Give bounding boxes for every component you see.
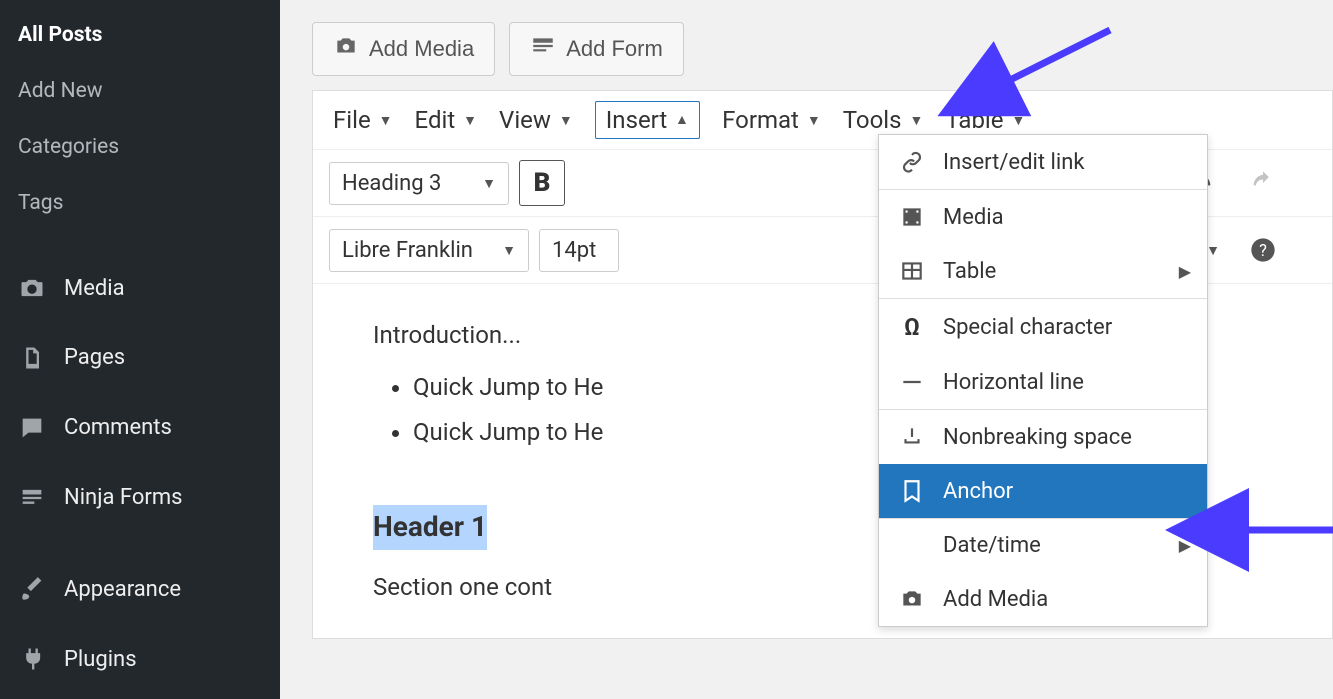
sidebar-label: Pages xyxy=(64,337,125,379)
caret-down-icon: ▼ xyxy=(463,112,477,129)
nbsp-icon xyxy=(899,424,925,450)
sidebar-item-ninja-forms[interactable]: Ninja Forms xyxy=(0,463,280,533)
menu-edit[interactable]: Edit ▼ xyxy=(415,106,478,134)
font-size-select[interactable]: 14pt xyxy=(539,229,619,272)
sidebar-item-pages[interactable]: Pages xyxy=(0,323,280,393)
menu-view[interactable]: View ▼ xyxy=(499,106,573,134)
sidebar-label: Media xyxy=(64,268,125,310)
sidebar-item-plugins[interactable]: Plugins xyxy=(0,625,280,695)
menu-format[interactable]: Format ▼ xyxy=(722,106,821,134)
insert-datetime[interactable]: Date/time ▶ xyxy=(879,519,1207,572)
caret-down-icon: ▼ xyxy=(482,175,496,192)
sidebar-label: Ninja Forms xyxy=(64,477,182,519)
submenu-caret-icon: ▶ xyxy=(1179,262,1191,281)
sidebar-sub-tags[interactable]: Tags xyxy=(0,176,280,232)
insert-nbsp[interactable]: Nonbreaking space xyxy=(879,410,1207,464)
block-format-select[interactable]: Heading 3 ▼ xyxy=(329,162,509,205)
svg-text:?: ? xyxy=(1259,241,1267,260)
caret-down-icon: ▼ xyxy=(910,112,924,129)
caret-up-icon: ▼ xyxy=(675,112,689,129)
annotation-arrow-2 xyxy=(1220,510,1333,554)
sidebar-sub-categories[interactable]: Categories xyxy=(0,120,280,176)
font-family-select[interactable]: Libre Franklin ▼ xyxy=(329,229,529,272)
sidebar-sub-all-posts[interactable]: All Posts xyxy=(0,8,280,64)
add-media-button[interactable]: Add Media xyxy=(312,22,495,76)
caret-down-icon: ▼ xyxy=(379,112,393,129)
media-buttons-row: Add Media Add Form xyxy=(312,22,1333,76)
caret-down-icon: ▼ xyxy=(502,242,516,259)
bookmark-icon xyxy=(899,478,925,504)
redo-button[interactable] xyxy=(1240,160,1286,206)
caret-down-icon: ▼ xyxy=(1011,112,1025,129)
annotation-arrow-1 xyxy=(980,20,1120,104)
plug-icon xyxy=(18,645,46,673)
caret-down-icon[interactable]: ▼ xyxy=(1206,242,1220,259)
sidebar-label: Appearance xyxy=(64,569,181,611)
submenu-caret-icon: ▶ xyxy=(1179,536,1191,555)
insert-table[interactable]: Table ▶ xyxy=(879,244,1207,298)
menu-tools[interactable]: Tools ▼ xyxy=(843,106,924,134)
menu-file[interactable]: File ▼ xyxy=(333,106,393,134)
insert-dropdown: Insert/edit link Media Table ▶ Ω Special… xyxy=(878,134,1208,627)
hr-icon xyxy=(899,369,925,395)
insert-anchor[interactable]: Anchor xyxy=(879,464,1207,518)
insert-media[interactable]: Media xyxy=(879,190,1207,244)
insert-link[interactable]: Insert/edit link xyxy=(879,135,1207,189)
camera-icon xyxy=(18,274,46,302)
pages-icon xyxy=(18,344,46,372)
sidebar-item-appearance[interactable]: Appearance xyxy=(0,555,280,625)
help-button[interactable]: ? xyxy=(1240,227,1286,273)
sidebar-label: Plugins xyxy=(64,639,137,681)
brush-icon xyxy=(18,576,46,604)
admin-sidebar: All Posts Add New Categories Tags Media … xyxy=(0,0,280,699)
insert-add-media[interactable]: Add Media xyxy=(879,572,1207,626)
camera-music-icon xyxy=(899,586,925,612)
form-icon xyxy=(18,484,46,512)
sidebar-label: Comments xyxy=(64,407,172,449)
camera-music-icon xyxy=(333,33,359,65)
sidebar-sub-add-new[interactable]: Add New xyxy=(0,64,280,120)
table-icon xyxy=(899,258,925,284)
caret-down-icon: ▼ xyxy=(807,112,821,129)
menu-table[interactable]: Table ▼ xyxy=(945,106,1025,134)
caret-down-icon: ▼ xyxy=(559,112,573,129)
insert-hr[interactable]: Horizontal line xyxy=(879,355,1207,409)
film-icon xyxy=(899,204,925,230)
form-icon xyxy=(530,33,556,65)
add-form-button[interactable]: Add Form xyxy=(509,22,684,76)
sidebar-item-media[interactable]: Media xyxy=(0,254,280,324)
bold-button[interactable]: B xyxy=(519,160,565,206)
comment-icon xyxy=(18,414,46,442)
omega-icon: Ω xyxy=(899,313,925,341)
insert-special-char[interactable]: Ω Special character xyxy=(879,299,1207,355)
main-area: Add Media Add Form File ▼ Edit ▼ View ▼ … xyxy=(280,0,1333,699)
link-icon xyxy=(899,149,925,175)
sidebar-item-comments[interactable]: Comments xyxy=(0,393,280,463)
sidebar-item-users[interactable]: Users xyxy=(0,694,280,699)
content-header-1: Header 1 xyxy=(373,505,487,550)
menu-insert[interactable]: Insert ▼ xyxy=(595,101,700,139)
